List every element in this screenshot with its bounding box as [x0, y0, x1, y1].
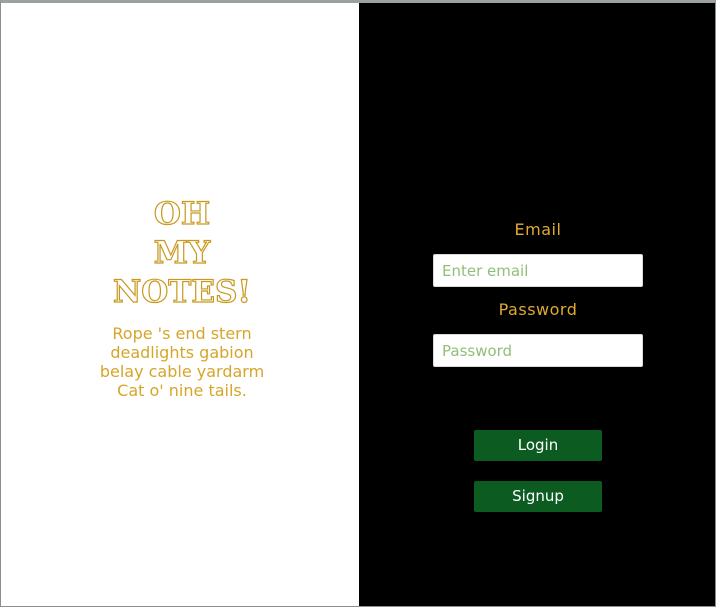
app-window: OH MY NOTES! Rope 's end stern deadlight… — [0, 0, 716, 607]
password-label: Password — [498, 300, 578, 319]
email-input[interactable] — [433, 254, 643, 287]
app-logo: OH MY NOTES! — [1, 195, 363, 312]
login-panel: Email Password Login Signup — [359, 3, 715, 606]
login-button[interactable]: Login — [474, 430, 602, 461]
signup-button[interactable]: Signup — [474, 481, 602, 512]
logo-line-3: NOTES! — [112, 273, 252, 310]
branding-panel: OH MY NOTES! Rope 's end stern deadlight… — [1, 3, 359, 606]
logo-line-2: MY — [153, 234, 211, 271]
password-input[interactable] — [433, 334, 643, 367]
logo-line-1: OH — [153, 195, 211, 232]
login-form: Email Password Login Signup — [359, 3, 715, 606]
tagline: Rope 's end stern deadlights gabion bela… — [99, 324, 265, 400]
email-label: Email — [514, 220, 562, 239]
